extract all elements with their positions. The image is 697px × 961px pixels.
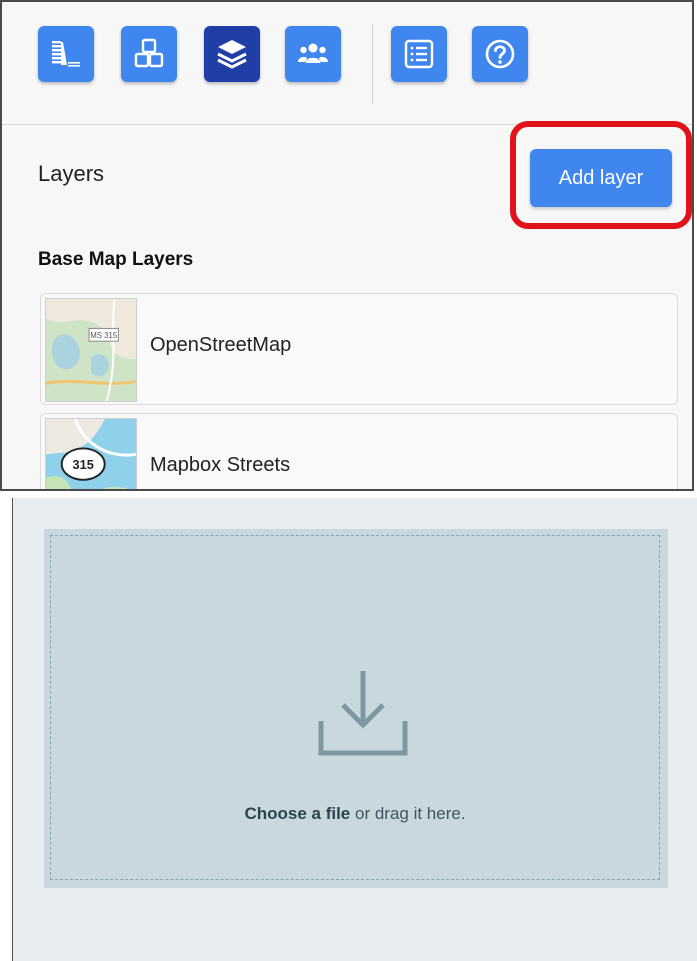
legend-button[interactable]: [38, 26, 94, 82]
upload-panel-screenshot: Choose a file or drag it here.: [12, 498, 697, 961]
add-layer-button[interactable]: Add layer: [530, 149, 672, 207]
help-button[interactable]: [472, 26, 528, 82]
cubes-icon: [134, 38, 164, 68]
list-icon: [404, 39, 434, 69]
toolbar-divider: [372, 24, 373, 104]
layer-item-openstreetmap[interactable]: MS 315 OpenStreetMap: [40, 293, 678, 405]
layer-label-openstreetmap: OpenStreetMap: [150, 334, 292, 356]
choose-file-link[interactable]: Choose a file: [244, 804, 350, 823]
thumb-route-label: MS 315: [90, 331, 118, 340]
drop-instructions: Choose a file or drag it here.: [51, 804, 659, 824]
cubes-button[interactable]: [121, 26, 177, 82]
layer-item-mapbox-streets[interactable]: 315 Mapbox Streets: [40, 413, 678, 489]
users-icon: [298, 43, 328, 63]
list-button[interactable]: [391, 26, 447, 82]
layers-title: Layers: [38, 161, 105, 186]
layer-label-mapbox-streets: Mapbox Streets: [150, 454, 291, 476]
layers-content: Layers Add layer Base Map Layers MS 315 …: [2, 121, 692, 489]
help-icon: [485, 39, 515, 69]
thumb-route-shield-label: 315: [73, 457, 94, 472]
file-drop-zone[interactable]: Choose a file or drag it here.: [50, 535, 660, 880]
users-button[interactable]: [285, 26, 341, 82]
layers-panel-screenshot: Layers Add layer Base Map Layers MS 315 …: [0, 0, 694, 491]
openstreetmap-thumbnail: MS 315: [45, 298, 137, 402]
file-drop-area[interactable]: Choose a file or drag it here.: [44, 529, 668, 888]
layers-button[interactable]: [204, 26, 260, 82]
base-map-layers-heading: Base Map Layers: [38, 249, 194, 270]
legend-icon: [52, 41, 80, 67]
download-icon: [318, 671, 408, 756]
drop-instructions-suffix: or drag it here.: [350, 804, 466, 823]
toolbar: [2, 2, 692, 125]
layers-icon: [217, 40, 247, 69]
mapbox-streets-thumbnail: 315: [45, 418, 137, 489]
